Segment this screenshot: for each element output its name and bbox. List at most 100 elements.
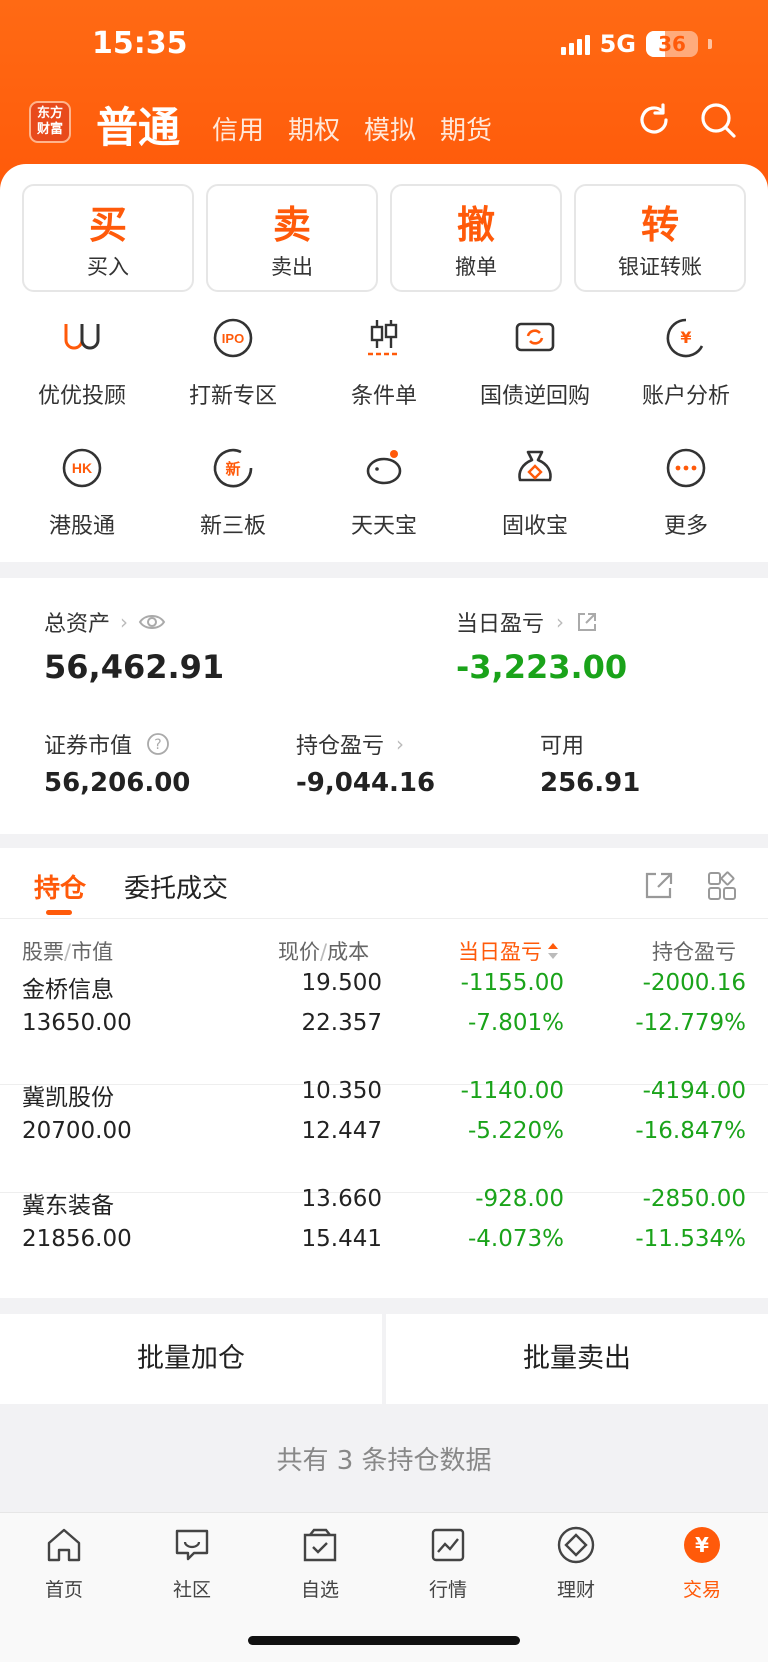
network-type: 5G xyxy=(599,30,636,58)
service-ipo[interactable]: IPO 打新专区 xyxy=(158,316,308,410)
cancel-char: 撤 xyxy=(456,203,495,247)
service-more[interactable]: 更多 xyxy=(611,446,761,540)
stock-name: 冀东装备 xyxy=(22,1193,114,1219)
nav-label: 自选 xyxy=(300,1579,339,1601)
total-assets-label: 总资产 xyxy=(44,612,111,637)
stock-cost: 22.357 xyxy=(301,1010,382,1036)
buy-label: 买入 xyxy=(87,255,129,279)
service-neeq[interactable]: 新 新三板 xyxy=(158,446,308,540)
stock-price: 10.350 xyxy=(301,1078,382,1104)
account-analysis-icon: ¥ xyxy=(666,318,704,358)
daily-pl-label: 当日盈亏 xyxy=(456,612,545,637)
batch-add-button[interactable]: 批量加仓 xyxy=(0,1314,382,1404)
transfer-char: 转 xyxy=(640,203,679,247)
total-assets-link[interactable]: 总资产 › xyxy=(44,606,166,638)
service-label: 港股通 xyxy=(48,514,115,539)
batch-sell-button[interactable]: 批量卖出 xyxy=(386,1314,768,1404)
nav-community[interactable]: 社区 xyxy=(147,1525,237,1602)
community-icon xyxy=(175,1529,209,1561)
repo-icon xyxy=(515,322,555,352)
service-reverse-repo[interactable]: 国债逆回购 xyxy=(460,316,610,410)
tab-orders[interactable]: 委托成交 xyxy=(124,868,228,905)
watchlist-icon xyxy=(303,1528,337,1562)
buy-button[interactable]: 买 买入 xyxy=(22,184,194,292)
brand-logo: 东方财富 xyxy=(29,101,71,143)
grid-layout-icon[interactable] xyxy=(706,870,738,902)
stock-market-value: 21856.00 xyxy=(22,1226,132,1252)
col-stock: 股票 xyxy=(22,940,64,964)
daily-pl-link[interactable]: 当日盈亏 › xyxy=(456,606,598,638)
tab-simulation[interactable]: 模拟 xyxy=(364,110,416,147)
service-conditional-order[interactable]: 条件单 xyxy=(309,316,459,410)
nav-label: 社区 xyxy=(172,1579,211,1601)
bank-transfer-button[interactable]: 转 银证转账 xyxy=(574,184,746,292)
service-label: 打新专区 xyxy=(188,384,277,409)
daily-pl-value: -3,223.00 xyxy=(456,648,628,686)
holdings-panel: 持仓 委托成交 股票/市值 现价/成本 当日盈亏 持仓盈亏 金桥信息 13650… xyxy=(0,848,768,1298)
battery-icon: 36 xyxy=(646,31,698,57)
stock-cost: 15.441 xyxy=(301,1226,382,1252)
new-third-board-icon: 新 xyxy=(213,448,253,488)
signal-icon xyxy=(560,33,590,55)
service-tiantianbao[interactable]: 天天宝 xyxy=(309,446,459,540)
service-hk-connect[interactable]: HK 港股通 xyxy=(7,446,157,540)
nav-home[interactable]: 首页 xyxy=(19,1525,109,1602)
hk-icon: HK xyxy=(62,448,102,488)
trade-icon: ¥ xyxy=(684,1527,720,1563)
nav-wealth[interactable]: 理财 xyxy=(531,1525,621,1602)
col-cost: 成本 xyxy=(327,940,370,964)
table-row[interactable]: 冀凯股份 20700.00 10.350 12.447 -1140.00 -5.… xyxy=(0,1078,768,1186)
stock-daily-pct: -7.801% xyxy=(468,1010,564,1036)
nav-trade[interactable]: ¥ 交易 xyxy=(657,1525,747,1602)
col-daily-pl-header[interactable]: 当日盈亏 xyxy=(458,936,560,966)
tab-options[interactable]: 期权 xyxy=(288,110,340,147)
sell-button[interactable]: 卖 卖出 xyxy=(206,184,378,292)
tab-indicator xyxy=(46,910,72,915)
money-bag-icon xyxy=(518,450,552,482)
candlestick-icon xyxy=(368,320,400,356)
tab-positions[interactable]: 持仓 xyxy=(34,868,86,905)
tab-futures[interactable]: 期货 xyxy=(440,110,492,147)
refresh-icon[interactable] xyxy=(634,100,674,140)
col-position-pl: 持仓盈亏 xyxy=(652,940,736,964)
tab-normal[interactable]: 普通 xyxy=(96,94,180,155)
search-icon[interactable] xyxy=(698,100,738,140)
stock-daily-pct: -5.220% xyxy=(468,1118,564,1144)
sell-char: 卖 xyxy=(272,203,311,247)
service-label: 天天宝 xyxy=(350,514,417,539)
stock-name: 冀凯股份 xyxy=(22,1085,114,1111)
total-assets-value: 56,462.91 xyxy=(44,648,225,686)
service-label: 新三板 xyxy=(199,514,266,539)
market-value-label: 证券市值 xyxy=(44,734,133,759)
sort-icon xyxy=(548,943,558,959)
stock-daily-pl: -1140.00 xyxy=(460,1078,564,1104)
col-price: 现价 xyxy=(278,940,320,964)
more-icon xyxy=(666,448,706,488)
share-icon[interactable] xyxy=(644,870,674,900)
status-indicators: 5G 36 xyxy=(560,30,712,58)
nav-watchlist[interactable]: 自选 xyxy=(275,1525,365,1602)
svg-text:新: 新 xyxy=(225,460,240,478)
table-row[interactable]: 金桥信息 13650.00 19.500 22.357 -1155.00 -7.… xyxy=(0,970,768,1078)
market-icon xyxy=(431,1528,465,1562)
eye-icon[interactable] xyxy=(138,612,166,632)
service-account-analysis[interactable]: ¥ 账户分析 xyxy=(611,316,761,410)
status-time: 15:35 xyxy=(92,26,188,61)
position-pl-link[interactable]: 持仓盈亏 › xyxy=(296,728,404,760)
stock-position-pl: -2850.00 xyxy=(642,1186,746,1212)
service-gushoubao[interactable]: 固收宝 xyxy=(460,446,610,540)
cancel-order-button[interactable]: 撤 撤单 xyxy=(390,184,562,292)
holdings-count-note: 共有 3 条持仓数据 xyxy=(276,1446,492,1476)
nav-label: 理财 xyxy=(556,1579,595,1601)
tab-credit[interactable]: 信用 xyxy=(212,110,264,147)
service-advisor[interactable]: 优优投顾 xyxy=(7,316,157,410)
stock-position-pl: -2000.16 xyxy=(642,970,746,996)
help-icon[interactable]: ? xyxy=(146,732,170,756)
table-row[interactable]: 冀东装备 21856.00 13.660 15.441 -928.00 -4.0… xyxy=(0,1186,768,1294)
available-value: 256.91 xyxy=(540,768,641,798)
wealth-icon xyxy=(557,1526,595,1564)
external-link-icon[interactable] xyxy=(576,611,598,633)
col-price-header: 现价/成本 xyxy=(278,940,370,964)
nav-market[interactable]: 行情 xyxy=(403,1525,493,1602)
stock-market-value: 20700.00 xyxy=(22,1118,132,1144)
